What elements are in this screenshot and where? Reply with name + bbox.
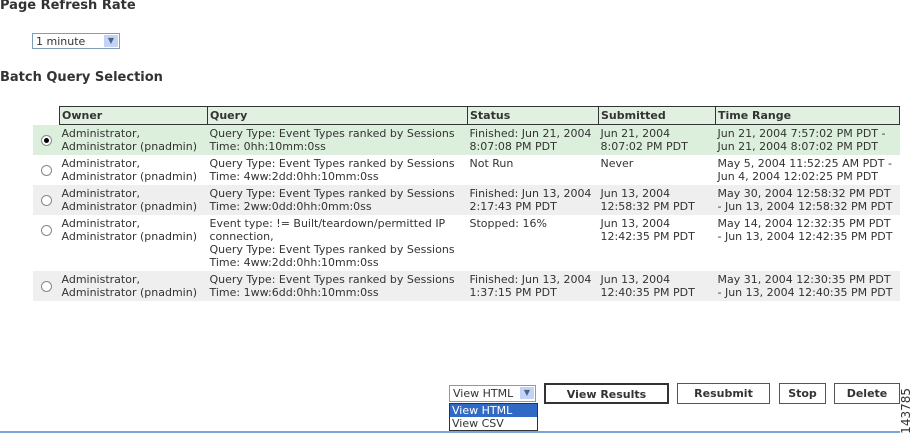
query-line: Time: 2ww:0dd:0hh:0mm:0ss [209, 200, 372, 213]
chevron-down-icon: ▼ [104, 35, 118, 47]
row-select-cell [33, 124, 60, 155]
row-radio[interactable] [41, 195, 52, 206]
export-format-dropdown: View HTML View CSV [449, 403, 538, 431]
row-radio[interactable] [41, 134, 52, 146]
column-owner: Owner [59, 106, 208, 125]
query-line: Time: 0hh:10mm:0ss [209, 140, 326, 153]
batch-query-table: Owner Query Status Submitted Time Range … [33, 106, 900, 301]
resubmit-button[interactable]: Resubmit [677, 383, 770, 404]
row-select-cell [33, 271, 60, 301]
owner-cell: Administrator, Administrator (pnadmin) [61, 157, 198, 183]
table-row[interactable]: Administrator, Administrator (pnadmin) Q… [33, 124, 900, 155]
row-select-cell [33, 215, 60, 271]
figure-id: 143785 [899, 388, 913, 434]
table-row[interactable]: Administrator, Administrator (pnadmin) E… [33, 215, 900, 271]
query-line: Query Type: Event Types ranked by Sessio… [209, 243, 455, 256]
submitted-cell: Jun 13, 2004 12:58:32 PM PDT [598, 185, 716, 215]
query-cell: Query Type: Event Types ranked by Sessio… [207, 271, 468, 301]
status-cell: Finished: Jun 13, 2004 1:37:15 PM PDT [467, 271, 599, 301]
query-cell: Query Type: Event Types ranked by Sessio… [207, 124, 468, 155]
owner-cell: Administrator, Administrator (pnadmin) [59, 185, 208, 215]
owner-cell: Administrator, Administrator (pnadmin) [59, 271, 208, 301]
time-range-cell: May 31, 2004 12:30:35 PM PDT - Jun 13, 2… [715, 271, 900, 301]
refresh-rate-value: 1 minute [36, 35, 86, 48]
table-row[interactable]: Administrator, Administrator (pnadmin) Q… [33, 271, 900, 301]
query-line: Event type: != Built/teardown/permitted … [209, 217, 446, 243]
query-line: Time: 4ww:2dd:0hh:10mm:0ss [209, 170, 379, 183]
submitted-cell: Never [600, 157, 634, 170]
query-cell: Query Type: Event Types ranked by Sessio… [207, 185, 468, 215]
query-line: Query Type: Event Types ranked by Sessio… [209, 273, 455, 286]
column-time-range: Time Range [715, 106, 900, 125]
row-radio[interactable] [41, 281, 52, 292]
query-line: Query Type: Event Types ranked by Sessio… [209, 187, 455, 200]
chevron-down-icon: ▼ [520, 387, 534, 399]
query-line: Time: 4ww:2dd:0hh:10mm:0ss [209, 256, 379, 269]
time-range-cell: May 5, 2004 11:52:25 AM PDT - Jun 4, 200… [717, 157, 892, 183]
option-view-html[interactable]: View HTML [450, 404, 537, 417]
row-radio[interactable] [41, 165, 52, 176]
row-select-cell [33, 155, 60, 185]
submitted-cell: Jun 21, 2004 8:07:02 PM PDT [598, 124, 716, 155]
table-row[interactable]: Administrator, Administrator (pnadmin) Q… [33, 185, 900, 215]
table-row[interactable]: Administrator, Administrator (pnadmin) Q… [33, 155, 900, 185]
submitted-cell: Jun 13, 2004 12:42:35 PM PDT [600, 217, 695, 243]
query-line: Time: 1ww:6dd:0hh:10mm:0ss [209, 286, 379, 299]
radio-column-header [33, 106, 60, 125]
query-cell: Query Type: Event Types ranked by Sessio… [208, 155, 468, 185]
column-status: Status [467, 106, 599, 125]
option-view-csv[interactable]: View CSV [450, 417, 537, 430]
query-line: Query Type: Event Types ranked by Sessio… [209, 157, 455, 170]
submitted-cell: Jun 13, 2004 12:40:35 PM PDT [598, 271, 716, 301]
status-cell: Not Run [469, 157, 514, 170]
time-range-cell: May 14, 2004 12:32:35 PM PDT - Jun 13, 2… [717, 217, 893, 243]
column-query: Query [207, 106, 468, 125]
refresh-rate-select[interactable]: 1 minute ▼ [32, 33, 120, 49]
row-radio[interactable] [41, 225, 52, 236]
export-format-value: View HTML [453, 387, 514, 400]
delete-button[interactable]: Delete [834, 383, 900, 404]
stop-button[interactable]: Stop [779, 383, 826, 404]
view-results-button[interactable]: View Results [544, 383, 669, 404]
query-cell: Event type: != Built/teardown/permitted … [208, 215, 468, 271]
owner-cell: Administrator, Administrator (pnadmin) [61, 217, 198, 243]
export-format-select[interactable]: View HTML ▼ [449, 385, 536, 402]
time-range-cell: May 30, 2004 12:58:32 PM PDT - Jun 13, 2… [715, 185, 900, 215]
status-cell: Finished: Jun 13, 2004 2:17:43 PM PDT [467, 185, 599, 215]
row-select-cell [33, 185, 60, 215]
column-submitted: Submitted [598, 106, 716, 125]
status-cell: Finished: Jun 21, 2004 8:07:08 PM PDT [467, 124, 599, 155]
time-range-cell: Jun 21, 2004 7:57:02 PM PDT - Jun 21, 20… [715, 124, 900, 155]
owner-cell: Administrator, Administrator (pnadmin) [59, 124, 208, 155]
refresh-rate-heading: Page Refresh Rate [0, 0, 136, 13]
query-line: Query Type: Event Types ranked by Sessio… [209, 127, 455, 140]
status-cell: Stopped: 16% [469, 217, 547, 230]
batch-query-heading: Batch Query Selection [0, 70, 163, 85]
